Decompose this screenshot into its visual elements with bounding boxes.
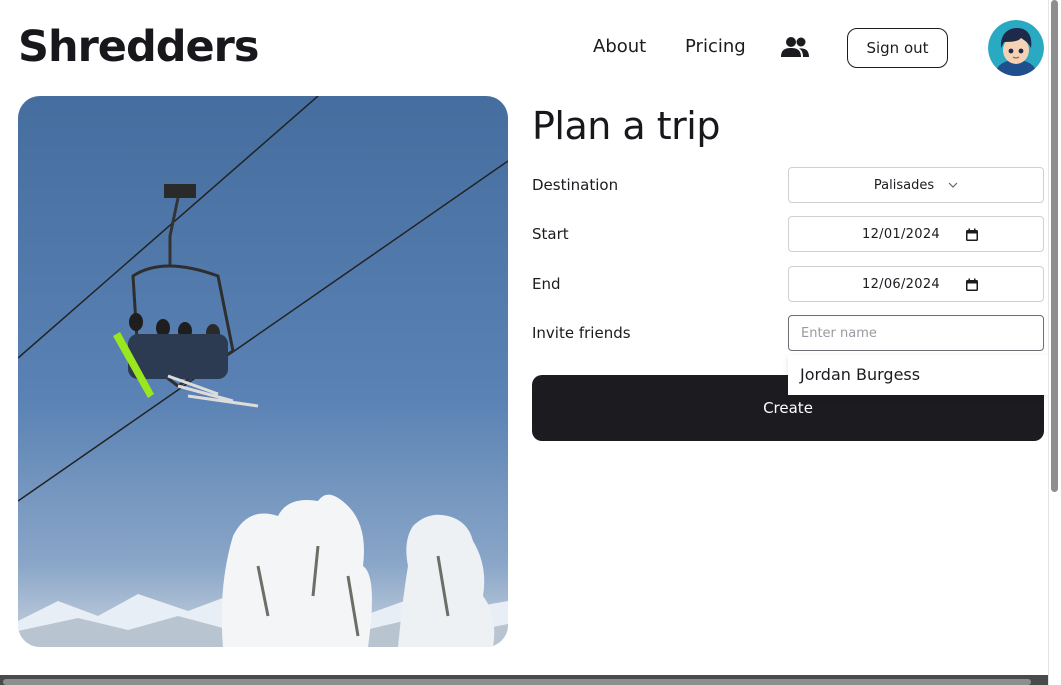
start-date-value: 12/01/2024 <box>862 226 940 242</box>
nav-about-link[interactable]: About <box>593 36 646 57</box>
friend-suggestions-dropdown: Jordan Burgess <box>788 355 1048 395</box>
chevron-down-icon <box>948 182 958 188</box>
invite-friends-label: Invite friends <box>532 324 631 342</box>
end-label: End <box>532 275 561 293</box>
brand-logo[interactable]: Shredders <box>18 22 259 72</box>
hero-image <box>18 96 508 647</box>
destination-label: Destination <box>532 176 619 194</box>
end-date-value: 12/06/2024 <box>862 276 940 292</box>
users-icon[interactable] <box>781 36 809 58</box>
sign-out-button[interactable]: Sign out <box>847 28 948 68</box>
start-date-input[interactable]: 12/01/2024 <box>788 216 1044 252</box>
site-header: Shredders About Pricing Sign out <box>0 0 1048 96</box>
nav-pricing-link[interactable]: Pricing <box>685 36 746 57</box>
suggestion-item[interactable]: Jordan Burgess <box>800 365 920 384</box>
vertical-scroll-thumb[interactable] <box>1051 0 1058 492</box>
chairlift-photo <box>18 96 508 647</box>
horizontal-scroll-thumb[interactable] <box>3 679 1031 685</box>
end-date-input[interactable]: 12/06/2024 <box>788 266 1044 302</box>
calendar-icon[interactable] <box>965 228 979 242</box>
destination-value: Palisades <box>873 177 935 193</box>
destination-select[interactable]: Palisades <box>788 167 1044 203</box>
avatar-icon <box>988 20 1044 76</box>
user-avatar[interactable] <box>988 20 1044 76</box>
page-title: Plan a trip <box>532 104 721 148</box>
invite-friends-input[interactable] <box>788 315 1044 351</box>
calendar-icon[interactable] <box>965 278 979 292</box>
start-label: Start <box>532 225 569 243</box>
